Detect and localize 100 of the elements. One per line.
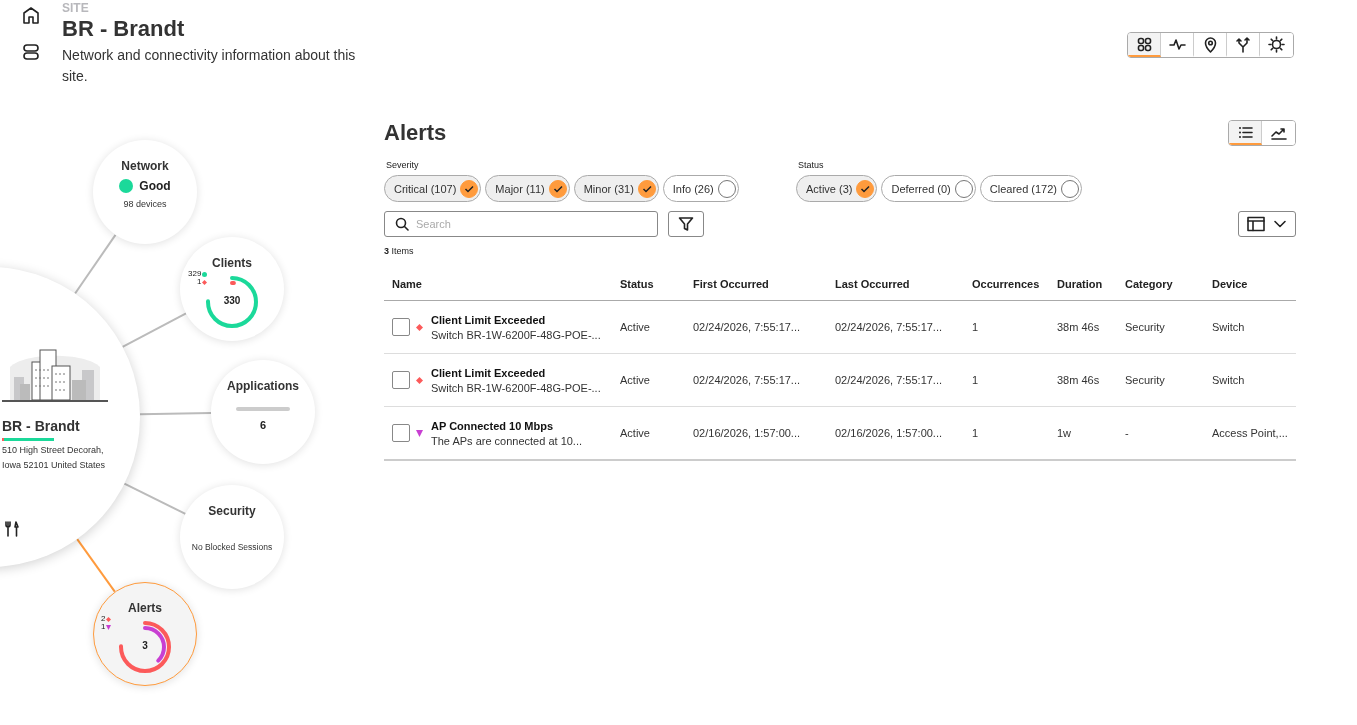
check-icon bbox=[641, 183, 652, 194]
filter-chip[interactable]: Deferred (0) bbox=[881, 175, 976, 202]
checkbox[interactable] bbox=[460, 179, 479, 198]
search-field[interactable]: Search bbox=[384, 211, 658, 237]
site-name: BR - Brandt bbox=[2, 418, 80, 434]
column-header: Last Occurred bbox=[835, 278, 972, 301]
table-cell: 38m 46s bbox=[1057, 301, 1125, 354]
checkbox[interactable] bbox=[548, 179, 567, 198]
filter-icon bbox=[678, 216, 694, 232]
node-value: 6 bbox=[259, 419, 267, 431]
connector-line bbox=[74, 233, 117, 295]
legend-value: 329 bbox=[188, 270, 202, 278]
table-cell: Security bbox=[1125, 301, 1212, 354]
node-title: Network bbox=[121, 159, 169, 173]
node-detail: No Blocked Sessions bbox=[191, 542, 273, 552]
connector-line bbox=[76, 538, 116, 593]
alert-detail: Switch BR-1W-6200F-48G-POE-... bbox=[431, 381, 601, 394]
table-cell: Switch bbox=[1212, 301, 1296, 354]
row-checkbox[interactable] bbox=[392, 318, 410, 336]
table-cell: Active bbox=[620, 407, 693, 461]
table-cell: Active bbox=[620, 301, 693, 354]
alert-name: Client Limit Exceeded bbox=[431, 313, 547, 326]
row-checkbox[interactable] bbox=[392, 371, 410, 389]
branch-icon bbox=[1234, 35, 1252, 53]
item-count: 3 Items bbox=[384, 246, 414, 256]
donut-total: 330 bbox=[222, 295, 242, 306]
table-cell: Security bbox=[1125, 354, 1212, 407]
tools-icon[interactable] bbox=[4, 520, 22, 538]
table-cell: 02/24/2026, 7:55:17... bbox=[835, 354, 972, 407]
table-cell: Active bbox=[620, 354, 693, 407]
filter-button[interactable] bbox=[668, 211, 704, 237]
alert-name: AP Connected 10 Mbps bbox=[431, 419, 555, 432]
filter-chip[interactable]: Info (26) bbox=[662, 175, 739, 202]
table-cell: 1 bbox=[972, 301, 1057, 354]
table-cell: Switch bbox=[1212, 354, 1296, 407]
legend-value: 2 bbox=[101, 615, 106, 623]
checkbox[interactable] bbox=[637, 179, 656, 198]
node-detail: 98 devices bbox=[123, 199, 167, 209]
table-cell: 02/16/2026, 1:57:00... bbox=[693, 407, 835, 461]
page-title: BR - Brandt bbox=[62, 16, 186, 42]
node-title: Alerts bbox=[128, 601, 162, 615]
settings-icon bbox=[1268, 35, 1285, 53]
topology-node[interactable]: Applications 6 bbox=[211, 360, 315, 464]
alert-name: Client Limit Exceeded bbox=[431, 366, 547, 379]
column-header: Status bbox=[620, 278, 693, 301]
table-layout-icon bbox=[1247, 216, 1265, 232]
node-title: Security bbox=[208, 504, 256, 518]
table-cell: 1 bbox=[972, 354, 1057, 407]
home-icon[interactable] bbox=[21, 5, 41, 25]
checkbox[interactable] bbox=[1061, 179, 1080, 198]
column-header: First Occurred bbox=[693, 278, 835, 301]
table-cell: 1w bbox=[1057, 407, 1125, 461]
status-text: Good bbox=[139, 179, 171, 193]
view-tab[interactable] bbox=[1128, 33, 1161, 57]
health-bar bbox=[2, 438, 54, 441]
topology-node[interactable]: Network Good 98 devices bbox=[93, 140, 197, 244]
column-header: Occurrences bbox=[972, 278, 1057, 301]
filter-label: Status bbox=[798, 160, 825, 170]
server-icon[interactable] bbox=[21, 42, 41, 62]
table-cell: 02/24/2026, 7:55:17... bbox=[693, 301, 835, 354]
column-header: Duration bbox=[1057, 278, 1125, 301]
topology-node[interactable]: Clients 330 329 1 bbox=[180, 237, 284, 341]
site-address: 510 High Street Decorah, Iowa 52101 United States bbox=[2, 444, 106, 472]
table-cell: 38m 46s bbox=[1057, 354, 1125, 407]
checkbox[interactable] bbox=[954, 179, 973, 198]
connector-line bbox=[123, 482, 187, 515]
checkbox[interactable] bbox=[717, 179, 736, 198]
row-checkbox[interactable] bbox=[392, 424, 410, 442]
alert-detail: Switch BR-1W-6200F-48G-POE-... bbox=[431, 328, 601, 341]
table-cell: 1 bbox=[972, 407, 1057, 461]
node-title: Applications bbox=[227, 379, 299, 393]
filter-chip[interactable]: Major (11) bbox=[485, 175, 570, 202]
column-header: Category bbox=[1125, 278, 1212, 301]
table-cell: Access Point,... bbox=[1212, 407, 1296, 461]
view-mode-tab[interactable] bbox=[1229, 121, 1262, 145]
usage-bar bbox=[236, 407, 290, 411]
panel-title: Alerts bbox=[384, 120, 447, 146]
table-cell: - bbox=[1125, 407, 1212, 461]
filter-chip[interactable]: Cleared (172) bbox=[979, 175, 1083, 202]
checkbox[interactable] bbox=[856, 179, 875, 198]
check-icon bbox=[860, 183, 871, 194]
filter-chip[interactable]: Active (3) bbox=[796, 175, 878, 202]
table-cell: 02/24/2026, 7:55:17... bbox=[693, 354, 835, 407]
column-layout-button[interactable] bbox=[1238, 211, 1296, 237]
topology-node[interactable]: Security No Blocked Sessions bbox=[180, 485, 284, 589]
topology-node[interactable]: Alerts 3 2 1 bbox=[93, 582, 197, 686]
table-cell: 02/16/2026, 1:57:00... bbox=[835, 407, 972, 461]
page-description: Network and connectivity information about this site. bbox=[62, 46, 357, 86]
filter-chip[interactable]: Critical (107) bbox=[384, 175, 482, 202]
connector-line bbox=[121, 312, 188, 348]
filter-chip[interactable]: Minor (31) bbox=[573, 175, 659, 202]
donut-total: 3 bbox=[141, 640, 149, 651]
legend-value: 1 bbox=[196, 278, 202, 286]
node-title: Clients bbox=[212, 256, 252, 270]
search-icon bbox=[395, 217, 409, 231]
check-icon bbox=[552, 183, 563, 194]
grid-icon bbox=[1135, 35, 1153, 53]
filter-label: Severity bbox=[386, 160, 420, 170]
table-cell: 02/24/2026, 7:55:17... bbox=[835, 301, 972, 354]
column-header: Name bbox=[384, 278, 620, 301]
